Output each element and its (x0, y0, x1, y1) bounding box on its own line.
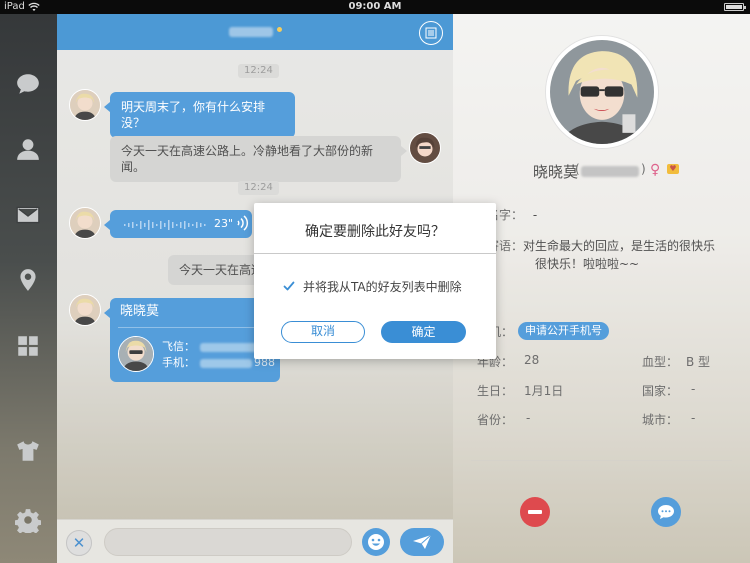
delete-friend-dialog: 确定要删除此好友吗？ 并将我从TA的好友列表中删除 取消 确定 (254, 203, 496, 359)
dialog-title: 确定要删除此好友吗？ (305, 224, 445, 240)
status-bar: iPad 09:00 AM (0, 0, 750, 14)
contacts-icon (17, 139, 39, 160)
sidebar-nav (0, 14, 57, 563)
sidebar-item-skin[interactable] (14, 437, 42, 465)
sidebar-item-contacts[interactable] (14, 135, 42, 163)
checkmark-icon[interactable] (283, 280, 295, 292)
chat-bubble-icon (17, 74, 39, 94)
battery-icon (724, 3, 746, 11)
sidebar-item-apps[interactable] (14, 332, 42, 360)
confirm-button[interactable]: 确定 (381, 321, 466, 343)
grid-apps-icon (18, 336, 38, 356)
status-time: 09:00 AM (348, 1, 402, 12)
mail-icon (16, 206, 40, 224)
gear-icon (15, 509, 41, 533)
location-pin-icon (20, 269, 36, 291)
sidebar-item-chat[interactable] (14, 70, 42, 98)
remove-from-their-list-checkbox-label[interactable]: 并将我从TA的好友列表中删除 (303, 278, 462, 295)
cancel-button[interactable]: 取消 (281, 321, 365, 343)
sidebar-item-settings[interactable] (14, 506, 42, 534)
tshirt-icon (17, 441, 39, 461)
sidebar-item-mail[interactable] (14, 201, 42, 229)
sidebar-item-location[interactable] (14, 266, 42, 294)
dialog-divider (254, 253, 496, 254)
